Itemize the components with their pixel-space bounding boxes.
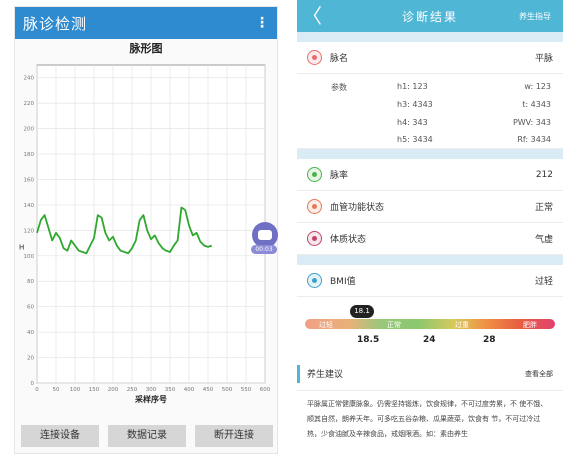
y-tick-label: 40 [27, 330, 34, 336]
x-axis-label: 采样序号 [134, 394, 167, 404]
vascular-icon [307, 199, 322, 214]
view-all-link[interactable]: 查看全部 [525, 369, 553, 379]
param-pwv: PWV: 343 [512, 118, 551, 127]
x-tick-label: 250 [127, 387, 138, 393]
floating-timer-badge: 00:03 [251, 245, 277, 254]
param-h4: h4: 343 [397, 118, 428, 127]
bmi-tick-1: 18.5 [357, 335, 380, 345]
divider-strip [297, 149, 563, 159]
bmi-icon [307, 273, 322, 288]
disconnect-button[interactable]: 断开连接 [195, 425, 273, 447]
parameters-block: 参数 h1: 123 w: 123 h3: 4343 t: 4343 h4: 3… [297, 74, 563, 149]
app-bar: 脉诊检测 ⋮ [15, 7, 277, 39]
bmi-gradient-bar [305, 319, 555, 329]
advice-text: 平脉属正常健康脉象。仍需坚持锻炼，饮食规律，不可过度劳累，不 使不饿、顺其自然，… [307, 400, 548, 438]
pulse-name-value: 平脉 [534, 54, 553, 64]
y-tick-label: 100 [24, 254, 35, 260]
y-tick-label: 80 [27, 279, 34, 285]
bmi-label: BMI值 [330, 277, 356, 287]
pulse-name-row: 脉名 平脉 [297, 42, 563, 74]
constitution-row: 体质状态 气虚 [297, 223, 563, 255]
pulse-rate-row: 脉率 212 [297, 159, 563, 191]
y-tick-label: 140 [24, 203, 35, 209]
param-h5: h5: 3434 [397, 135, 433, 144]
vascular-value: 正常 [534, 203, 553, 213]
pulse-name-icon [307, 50, 322, 65]
param-h1: h1: 123 [397, 82, 428, 91]
diagnosis-result-screen: 〈 诊断结果 养生指导 脉名 平脉 参数 h1: 123 w: 123 h3: … [297, 0, 563, 475]
x-tick-label: 150 [89, 387, 100, 393]
pulse-waveform-chart: 0 50 100 150 200 250 300 350 400 450 500 550 600 0 20 4… [19, 64, 271, 404]
constitution-value: 气虚 [534, 235, 553, 245]
connect-device-button[interactable]: 连接设备 [21, 425, 99, 447]
y-tick-label: 120 [24, 228, 35, 234]
x-tick-label: 400 [184, 387, 195, 393]
bmi-scale: 18.1 过轻 正常 过重 肥胖 18.5 24 28 [297, 297, 563, 357]
y-tick-label: 240 [24, 76, 35, 82]
app-title: 脉诊检测 [23, 14, 88, 33]
data-record-button[interactable]: 数据记录 [108, 425, 186, 447]
x-tick-label: 600 [260, 387, 271, 393]
divider-strip [297, 255, 563, 265]
bmi-segment-underweight: 过轻 [319, 321, 333, 329]
bmi-value: 过轻 [534, 277, 553, 287]
parameters-label: 参数 [331, 83, 347, 92]
advice-label: 养生建议 [307, 370, 344, 380]
bmi-tick-2: 24 [423, 335, 436, 345]
bmi-tick-3: 28 [483, 335, 496, 345]
pulse-name-label: 脉名 [330, 54, 349, 64]
vascular-label: 血管功能状态 [330, 203, 385, 213]
param-rf: Rf: 3434 [517, 135, 551, 144]
y-axis-label: H [19, 243, 24, 251]
vascular-row: 血管功能状态 正常 [297, 191, 563, 223]
x-tick-label: 300 [146, 387, 157, 393]
y-tick-label: 60 [27, 305, 34, 311]
health-guide-link[interactable]: 养生指导 [519, 11, 551, 22]
overflow-menu-icon[interactable]: ⋮ [255, 15, 269, 31]
y-tick-label: 180 [24, 152, 35, 158]
x-tick-label: 100 [70, 387, 81, 393]
y-tick-label: 0 [31, 381, 35, 387]
pulse-rate-label: 脉率 [330, 171, 349, 181]
x-tick-label: 50 [53, 387, 60, 393]
x-tick-label: 350 [165, 387, 176, 393]
x-tick-label: 0 [35, 387, 39, 393]
constitution-label: 体质状态 [330, 235, 367, 245]
x-tick-label: 200 [108, 387, 119, 393]
bmi-segment-normal: 正常 [387, 321, 401, 329]
divider-strip [297, 32, 563, 42]
param-t: t: 4343 [522, 100, 551, 109]
param-h3: h3: 4343 [397, 100, 433, 109]
advice-header: 养生建议 查看全部 [297, 357, 563, 391]
bmi-segment-overweight: 过重 [455, 321, 469, 329]
y-tick-label: 200 [24, 127, 35, 133]
y-tick-label: 220 [24, 101, 35, 107]
bmi-pointer: 18.1 [350, 305, 374, 318]
pulse-rate-value: 212 [535, 169, 553, 180]
x-tick-label: 450 [203, 387, 214, 393]
x-tick-label: 500 [222, 387, 233, 393]
heart-rate-icon [307, 167, 322, 182]
param-w: w: 123 [524, 82, 551, 91]
bmi-segment-obese: 肥胖 [523, 321, 537, 329]
y-tick-label: 160 [24, 177, 35, 183]
bmi-row: BMI值 过轻 [297, 265, 563, 297]
constitution-icon [307, 231, 322, 246]
pulse-detection-screen: 脉诊检测 ⋮ 脉形图 0 50 100 150 200 250 300 350 400 450 50… [14, 6, 278, 454]
x-tick-label: 550 [241, 387, 252, 393]
y-tick-label: 20 [27, 356, 34, 362]
result-header: 〈 诊断结果 养生指导 [297, 0, 563, 32]
